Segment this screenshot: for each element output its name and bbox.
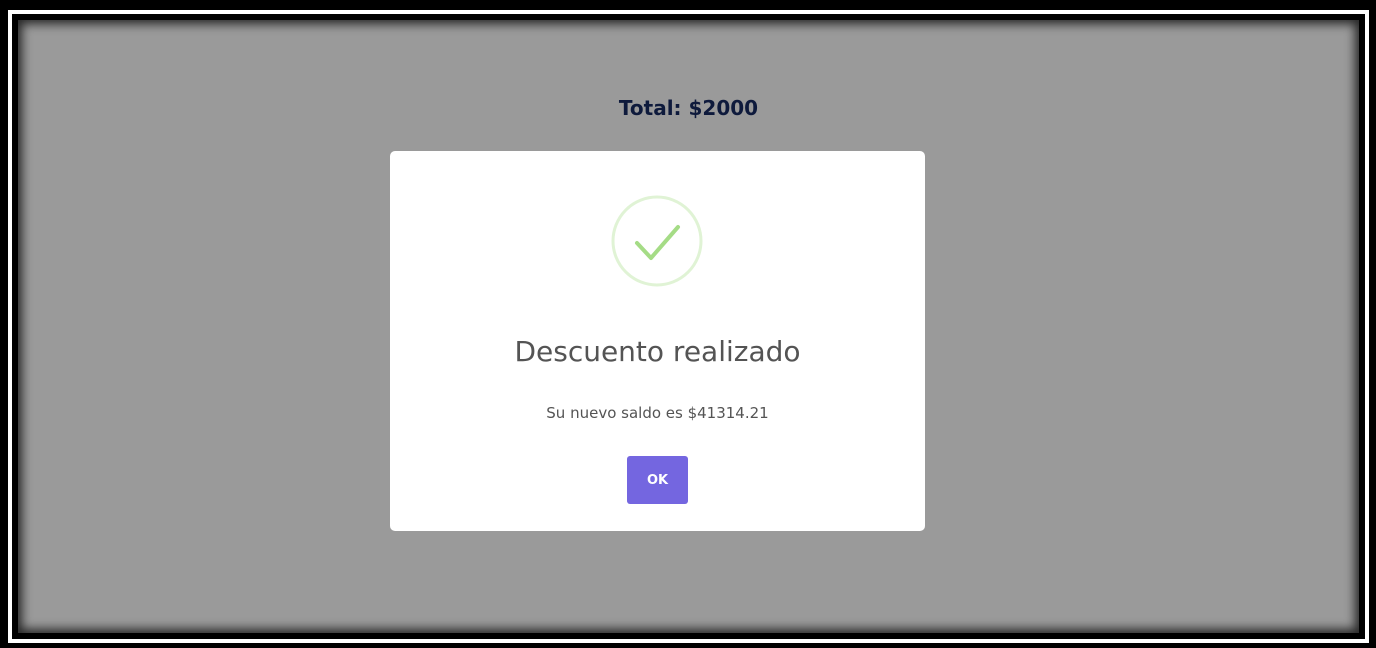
dialog-title: Descuento realizado — [514, 335, 801, 368]
frame-border: Total: $2000 Descuento realizado Su nuev… — [8, 10, 1369, 643]
frame-inner: Total: $2000 Descuento realizado Su nuev… — [16, 18, 1361, 635]
checkmark-circle-icon — [611, 195, 703, 287]
modal-backdrop[interactable]: Total: $2000 Descuento realizado Su nuev… — [18, 20, 1359, 633]
page-total: Total: $2000 — [618, 96, 759, 120]
dialog-message: Su nuevo saldo es $41314.21 — [546, 404, 769, 422]
success-dialog: Descuento realizado Su nuevo saldo es $4… — [390, 151, 925, 531]
screenshot-frame: Total: $2000 Descuento realizado Su nuev… — [0, 0, 1376, 648]
ok-button[interactable]: OK — [627, 456, 688, 504]
